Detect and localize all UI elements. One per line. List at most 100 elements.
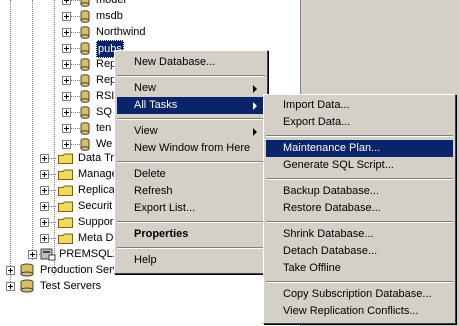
expand-icon[interactable]: [62, 124, 71, 133]
server-icon: [40, 248, 56, 261]
group-label: Test Servers: [40, 280, 102, 292]
menu-item-label: Export Data...: [283, 116, 351, 128]
database-label: RSI: [96, 90, 115, 102]
database-icon: [80, 106, 90, 119]
expand-icon[interactable]: [40, 218, 49, 227]
menu-item-label: Maintenance Plan...: [283, 142, 381, 154]
submenu-arrow-icon: [253, 85, 257, 93]
menu-item-label: View: [134, 125, 158, 137]
folder-label: Data Tr: [78, 152, 115, 164]
folder-icon: [58, 233, 73, 244]
folder-label: Replica: [78, 184, 115, 196]
expand-icon[interactable]: [62, 44, 71, 53]
menu-item-label: Help: [134, 254, 157, 266]
expand-icon[interactable]: [40, 154, 49, 163]
menu-item-label: Detach Database...: [283, 245, 378, 257]
expand-icon[interactable]: [62, 60, 71, 69]
menu-item-shrink[interactable]: Shrink Database...: [266, 226, 453, 243]
menu-item-view[interactable]: View: [117, 123, 265, 140]
menu-item-refresh[interactable]: Refresh: [117, 183, 265, 200]
menu-item-new-database[interactable]: New Database...: [117, 54, 265, 71]
server-group-test[interactable]: Test Servers: [0, 278, 300, 294]
menu-separator: [266, 221, 453, 223]
database-icon: [80, 0, 90, 7]
menu-item-view-replication[interactable]: View Replication Conflicts...: [266, 303, 453, 320]
menu-item-new-window[interactable]: New Window from Here: [117, 140, 265, 157]
menu-item-label: Shrink Database...: [283, 228, 374, 240]
menu-item-label: View Replication Conflicts...: [283, 305, 419, 317]
database-node[interactable]: model: [0, 0, 300, 8]
database-icon: [80, 10, 90, 23]
database-label: msdb: [96, 10, 123, 22]
menu-item-label: Import Data...: [283, 99, 350, 111]
expand-icon[interactable]: [62, 12, 71, 21]
expand-icon[interactable]: [62, 92, 71, 101]
expand-icon[interactable]: [62, 28, 71, 37]
folder-node[interactable]: Replica: [0, 182, 115, 198]
menu-item-export-list[interactable]: Export List...: [117, 200, 265, 217]
database-icon: [80, 74, 90, 87]
server-group-icon: [20, 279, 34, 293]
menu-item-label: Export List...: [134, 202, 196, 214]
database-label: ten: [96, 122, 112, 134]
menu-item-label: Generate SQL Script...: [283, 159, 394, 171]
menu-item-maintenance-plan[interactable]: Maintenance Plan...: [266, 140, 453, 157]
expand-icon[interactable]: [40, 234, 49, 243]
database-icon: [80, 122, 90, 135]
menu-item-restore[interactable]: Restore Database...: [266, 200, 453, 217]
folder-icon: [58, 185, 73, 196]
folder-node[interactable]: Data Tr: [0, 150, 114, 166]
folder-node[interactable]: Suppor: [0, 214, 114, 230]
menu-item-generate-sql[interactable]: Generate SQL Script...: [266, 157, 453, 174]
database-icon: [80, 58, 90, 71]
menu-item-label: Restore Database...: [283, 202, 381, 214]
menu-item-help[interactable]: Help: [117, 252, 265, 269]
expand-icon[interactable]: [6, 282, 15, 291]
expand-icon[interactable]: [62, 0, 71, 5]
menu-item-label: All Tasks: [134, 99, 178, 111]
database-label: Northwind: [96, 26, 146, 38]
database-icon: [80, 90, 90, 103]
folder-label: Manage: [78, 168, 118, 180]
expand-icon[interactable]: [6, 266, 15, 275]
database-node[interactable]: msdb: [0, 8, 300, 24]
server-label: PREMSQL2: [59, 248, 119, 260]
menu-item-export-data[interactable]: Export Data...: [266, 114, 453, 131]
menu-item-delete[interactable]: Delete: [117, 166, 265, 183]
menu-item-take-offline[interactable]: Take Offline: [266, 260, 453, 277]
menu-item-label: Copy Subscription Database...: [283, 288, 432, 300]
menu-item-backup[interactable]: Backup Database...: [266, 183, 453, 200]
menu-item-label: New Window from Here: [134, 142, 251, 154]
menu-item-label: Backup Database...: [283, 185, 380, 197]
database-node[interactable]: Northwind: [0, 24, 300, 40]
menu-separator: [117, 161, 265, 163]
menu-item-new[interactable]: New: [117, 80, 265, 97]
context-menu: New Database... New All Tasks View New W…: [114, 50, 268, 274]
menu-separator: [117, 221, 265, 223]
menu-item-properties[interactable]: Properties: [117, 226, 265, 243]
expand-icon[interactable]: [40, 170, 49, 179]
folder-icon: [58, 217, 73, 228]
menu-separator: [117, 75, 265, 77]
folder-label: Securit: [78, 200, 113, 212]
menu-item-import-data[interactable]: Import Data...: [266, 97, 453, 114]
folder-node[interactable]: Manage: [0, 166, 118, 182]
menu-separator: [266, 281, 453, 283]
menu-separator: [266, 135, 453, 137]
expand-icon[interactable]: [62, 140, 71, 149]
folder-node[interactable]: Meta D: [0, 230, 114, 246]
expand-icon[interactable]: [40, 186, 49, 195]
expand-icon[interactable]: [28, 250, 37, 259]
expand-icon[interactable]: [62, 76, 71, 85]
menu-item-all-tasks[interactable]: All Tasks: [117, 97, 265, 114]
server-group-icon: [20, 263, 34, 277]
expand-icon[interactable]: [40, 202, 49, 211]
folder-icon: [58, 201, 73, 212]
expand-icon[interactable]: [62, 108, 71, 117]
folder-icon: [58, 169, 73, 180]
folder-label: Meta D: [78, 232, 114, 244]
menu-item-detach[interactable]: Detach Database...: [266, 243, 453, 260]
folder-node[interactable]: Securit: [0, 198, 114, 214]
all-tasks-submenu: Import Data... Export Data... Maintenanc…: [263, 94, 456, 324]
menu-item-copy-subscription[interactable]: Copy Subscription Database...: [266, 286, 453, 303]
